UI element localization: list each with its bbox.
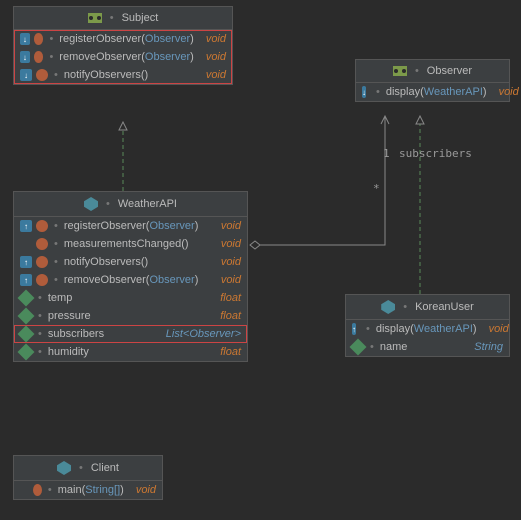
override-icon: ↑: [352, 323, 356, 335]
method-icon: [34, 33, 44, 45]
field-icon: [350, 339, 367, 356]
class-title: Observer: [427, 65, 472, 77]
interface-observer: • Observer ↓ • display(WeatherAPI) void: [355, 59, 510, 102]
field-row: • temp float: [14, 289, 247, 307]
class-client: • Client • main(String[]) void: [13, 455, 163, 500]
class-icon: [57, 461, 71, 475]
override-icon: ↓: [20, 69, 32, 81]
separator-dot: •: [110, 12, 114, 24]
interface-icon: [393, 66, 407, 76]
field-row: • pressure float: [14, 307, 247, 325]
method-row: ↑ • display(WeatherAPI) void: [346, 320, 509, 338]
class-title: KoreanUser: [415, 301, 474, 313]
override-icon: ↓: [362, 86, 366, 98]
method-icon: [34, 51, 44, 63]
field-row-highlight: • subscribers List<Observer>: [14, 325, 247, 343]
method-icon: [33, 484, 42, 496]
method-icon: [36, 238, 48, 250]
multiplicity-one: 1: [383, 147, 390, 160]
method-row: • measurementsChanged() void: [14, 235, 247, 253]
field-row: • humidity float: [14, 343, 247, 361]
field-icon: [18, 326, 35, 343]
override-icon: ↑: [20, 256, 32, 268]
method-icon: [36, 256, 48, 268]
class-title: WeatherAPI: [118, 198, 177, 210]
highlight-block: ↓ • registerObserver(Observer) void ↓ • …: [14, 30, 232, 84]
class-icon: [381, 300, 395, 314]
class-weatherapi: • WeatherAPI ↑ • registerObserver(Observ…: [13, 191, 248, 362]
method-icon: [36, 274, 48, 286]
class-header: • Observer: [356, 60, 509, 83]
override-icon: ↓: [20, 33, 30, 45]
multiplicity-many: *: [373, 182, 380, 195]
class-header: • Client: [14, 456, 162, 481]
method-icon: [36, 220, 48, 232]
class-header: • Subject: [14, 7, 232, 30]
class-title: Subject: [122, 12, 159, 24]
blank-icon: [20, 238, 32, 250]
class-header: • KoreanUser: [346, 295, 509, 320]
blank-icon: [20, 484, 29, 496]
field-icon: [18, 290, 35, 307]
class-icon: [84, 197, 98, 211]
method-row: ↑ • removeObserver(Observer) void: [14, 271, 247, 289]
method-row: ↓ • display(WeatherAPI) void: [356, 83, 509, 101]
override-icon: ↑: [20, 274, 32, 286]
method-row: ↓ • removeObserver(Observer) void: [14, 48, 232, 66]
method-row: • main(String[]) void: [14, 481, 162, 499]
method-row: ↑ • registerObserver(Observer) void: [14, 217, 247, 235]
method-icon: [36, 69, 48, 81]
override-icon: ↓: [20, 51, 30, 63]
method-row: ↑ • notifyObservers() void: [14, 253, 247, 271]
field-row: • name String: [346, 338, 509, 356]
class-header: • WeatherAPI: [14, 192, 247, 217]
field-icon: [18, 344, 35, 361]
method-row: ↓ • registerObserver(Observer) void: [14, 30, 232, 48]
field-icon: [18, 308, 35, 325]
interface-icon: [88, 13, 102, 23]
class-koreanuser: • KoreanUser ↑ • display(WeatherAPI) voi…: [345, 294, 510, 357]
role-subscribers: subscribers: [399, 147, 472, 160]
class-title: Client: [91, 462, 119, 474]
override-icon: ↑: [20, 220, 32, 232]
interface-subject: • Subject ↓ • registerObserver(Observer)…: [13, 6, 233, 85]
method-row: ↓ • notifyObservers() void: [14, 66, 232, 84]
